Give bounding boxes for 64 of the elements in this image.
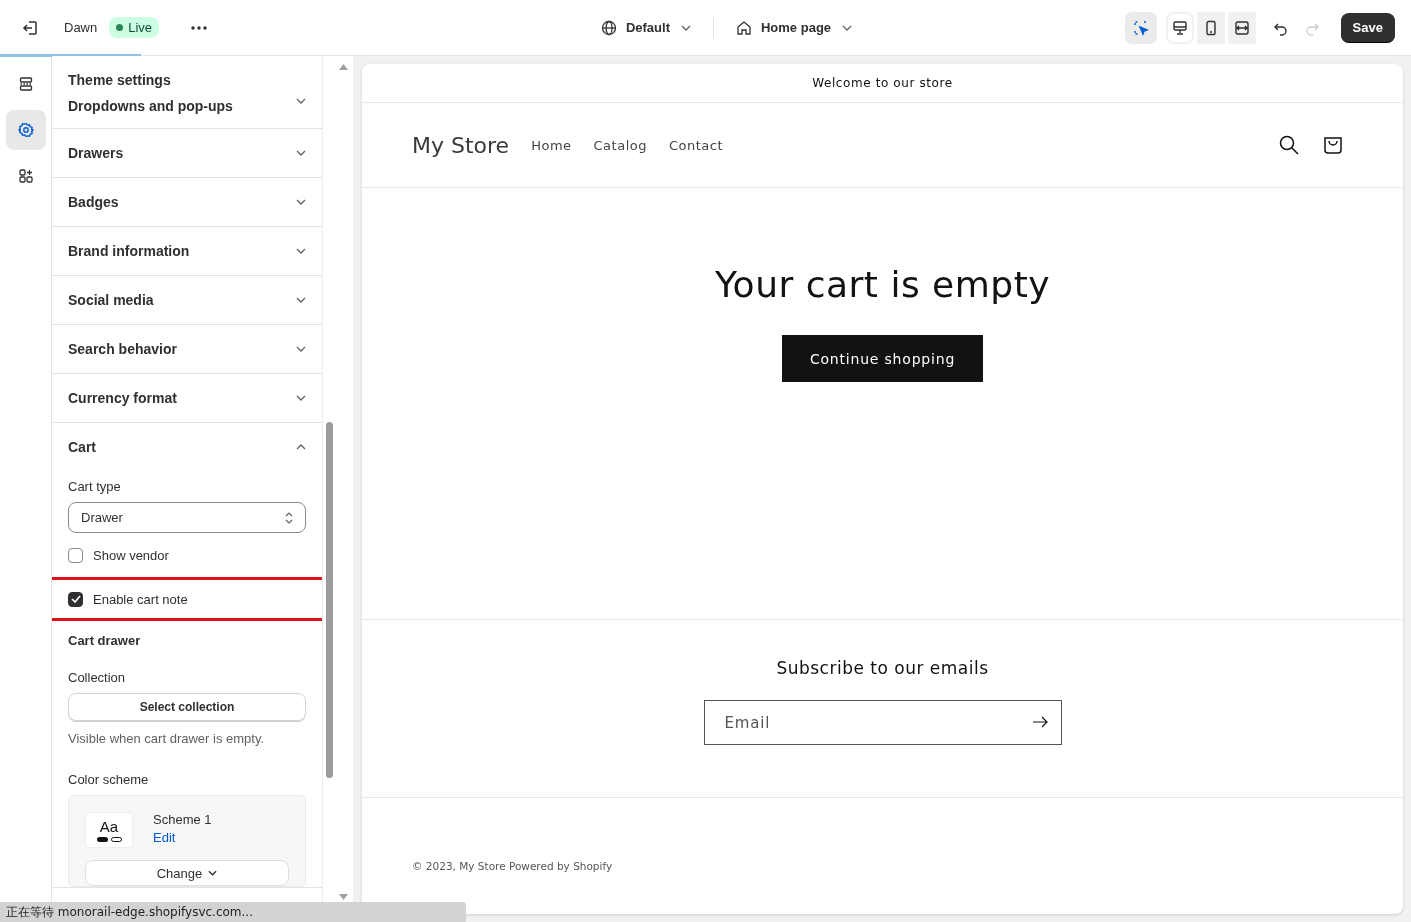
chevron-down-icon [296, 346, 306, 352]
chevron-up-icon [296, 444, 306, 450]
settings-section-header[interactable]: Drawers [52, 129, 322, 177]
store-logo[interactable]: My Store [412, 132, 510, 158]
theme-name: Dawn [64, 20, 98, 35]
edit-link[interactable]: Edit [153, 830, 212, 845]
field-label: Collection [68, 670, 127, 685]
full-width-icon[interactable] [1227, 11, 1256, 44]
field-label: Cart type [68, 479, 122, 494]
live-badge: Live [109, 17, 160, 38]
empty-cart-heading: Your cart is empty [714, 264, 1051, 305]
scroll-down-icon[interactable] [339, 894, 348, 900]
arrow-icon[interactable] [1031, 716, 1048, 728]
checkbox[interactable] [68, 547, 83, 563]
chevron-down-icon [842, 24, 853, 31]
scrollbar-thumb[interactable] [326, 422, 333, 778]
settings-section-header[interactable]: Search behavior [52, 325, 322, 373]
cart-icon[interactable] [1323, 135, 1343, 155]
scheme-swatch: Aa [85, 812, 133, 848]
chevron-down-icon [296, 150, 306, 156]
field-label: Color scheme [68, 772, 150, 787]
desktop-icon[interactable] [1165, 11, 1194, 44]
browser-status-bar: 正在等待 monorail-edge.shopifysvc.com... [0, 902, 466, 922]
up-down-chevron-icon [285, 511, 293, 524]
mobile-icon[interactable] [1196, 11, 1225, 44]
announcement-text: Welcome to our store [812, 76, 953, 90]
settings-section-header[interactable]: Badges [52, 178, 322, 226]
chevron-down-icon [296, 297, 306, 303]
settings-icon[interactable] [5, 110, 46, 150]
inspector-icon[interactable] [1124, 11, 1157, 44]
subsection-heading: Cart drawer [68, 632, 142, 650]
chevron-down-icon [296, 199, 306, 205]
settings-section-header[interactable]: Brand information [52, 227, 322, 275]
save-button[interactable]: Save [1340, 13, 1395, 42]
continue-shopping-button[interactable]: Continue shopping [781, 335, 984, 382]
template-dropdown[interactable]: Default [596, 13, 695, 42]
page-dropdown[interactable]: Home page [732, 13, 857, 42]
nav-link[interactable]: Home [531, 137, 572, 153]
settings-section-header[interactable]: Dropdowns and pop-ups [52, 98, 322, 128]
checkbox-label: Show vendor [93, 547, 169, 563]
home-icon [736, 19, 752, 36]
checkbox-label: Enable cart note [93, 591, 188, 607]
chevron-down-icon [681, 24, 691, 31]
scheme-name: Scheme 1 [153, 812, 212, 827]
email-input[interactable]: Email [703, 700, 1062, 745]
settings-section-header[interactable]: Cart [52, 423, 322, 471]
change-button[interactable]: Change [85, 860, 289, 886]
settings-section-header[interactable]: Currency format [52, 374, 322, 422]
chevron-down-icon [296, 98, 306, 104]
checkbox[interactable] [68, 591, 83, 607]
chevron-down-icon [208, 870, 218, 876]
globe-icon [600, 19, 617, 36]
chevron-down-icon [296, 395, 306, 401]
nav-link[interactable]: Contact [669, 137, 724, 153]
copyright-text: © 2023, My Store Powered by Shopify [412, 860, 613, 872]
scroll-up-icon[interactable] [339, 64, 348, 70]
search-icon[interactable] [1279, 135, 1299, 155]
chevron-down-icon [296, 248, 306, 254]
select-collection-button[interactable]: Select collection [68, 693, 306, 721]
settings-section-header[interactable]: Social media [52, 276, 322, 324]
help-text: Visible when cart drawer is empty. [68, 731, 266, 746]
cart-type-select[interactable]: Drawer [68, 502, 306, 533]
newsletter-heading: Subscribe to our emails [776, 658, 989, 678]
nav-link[interactable]: Catalog [593, 137, 647, 153]
